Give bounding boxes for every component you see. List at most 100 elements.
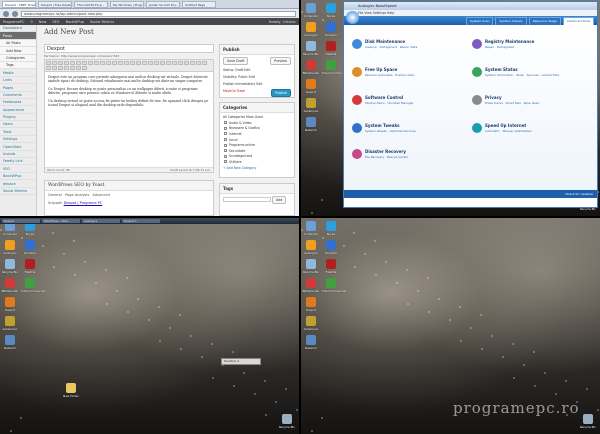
editor-tool-button[interactable] [52, 66, 57, 70]
categories-tabs[interactable]: All Categories Most Used [220, 113, 294, 120]
sidebar-item[interactable]: Feedly Link [0, 158, 36, 166]
boostspeed-tab[interactable]: System Scan [466, 17, 494, 25]
desktop-icon[interactable]: Ashampoo [302, 316, 320, 331]
new-folder-icon[interactable]: New Folder [62, 383, 80, 398]
editor-tool-button[interactable] [112, 61, 117, 65]
boostspeed-tool[interactable]: Privacy Erase tracks · Shred files · Wipe… [472, 95, 582, 113]
tool-name[interactable]: Software Control [365, 95, 414, 100]
desktop-icon[interactable]: BitDefender [302, 60, 320, 75]
sidebar-item[interactable]: Installs [0, 151, 36, 159]
save-draft-button[interactable]: Save Draft [223, 56, 249, 65]
editor-tool-button[interactable] [46, 66, 51, 70]
seo-tab-general[interactable]: General [48, 193, 62, 197]
desktop-icon[interactable]: Auslogics [302, 240, 320, 255]
editor-tool-button[interactable] [100, 61, 105, 65]
desktop-icon[interactable]: Dropbox [322, 22, 340, 37]
editor-tool-button[interactable] [160, 61, 165, 65]
desktop-icon[interactable]: FileZilla [21, 259, 39, 274]
taskbar-button[interactable]: Auslogics [82, 219, 120, 223]
boostspeed-tab[interactable]: Advanced Tools [562, 17, 594, 25]
category-checkbox[interactable] [224, 121, 227, 125]
sidebar-item[interactable]: Media [0, 69, 36, 77]
tool-name[interactable]: Privacy [485, 95, 539, 100]
post-editor[interactable]: Dexpot este un program care permite adau… [44, 59, 214, 173]
tool-links[interactable]: Startup items · Uninstall Manager [365, 101, 414, 105]
desktop-icon[interactable]: Ashampoo [1, 316, 19, 331]
browser-tab[interactable]: Dexpot - CNET Downloa... [2, 1, 36, 8]
desktop-icon[interactable]: Dropbox [322, 240, 340, 255]
admin-bar-item[interactable]: BackWPup [66, 20, 84, 24]
admin-bar-item[interactable]: 0 [30, 20, 32, 24]
boostspeed-tool[interactable]: Software Control Startup items · Uninstal… [352, 95, 462, 113]
sidebar-item[interactable]: Tools [0, 128, 36, 136]
publish-button[interactable]: Publish [271, 88, 291, 97]
boostspeed-tab[interactable]: System Advisor [495, 17, 527, 25]
editor-tool-button[interactable] [64, 61, 69, 65]
tool-name[interactable]: Registry Maintenance [485, 39, 534, 44]
desktop-icon[interactable]: Total Commander [322, 60, 347, 75]
add-category-link[interactable]: + Add New Category [220, 165, 294, 172]
editor-tool-button[interactable] [172, 61, 177, 65]
desktop-icon[interactable]: FileZilla [322, 41, 340, 56]
editor-tool-button[interactable] [184, 61, 189, 65]
move-to-trash-link[interactable]: Move to Trash [223, 89, 245, 93]
desktop-icon[interactable]: Recycle Bin [1, 259, 19, 274]
sidebar-item[interactable]: Pages [0, 84, 36, 92]
tool-name[interactable]: Speed Up Internet [485, 123, 532, 128]
desktop-icon[interactable]: BitDefender [302, 278, 320, 293]
editor-tool-button[interactable] [70, 61, 75, 65]
editor-tool-button[interactable] [88, 61, 93, 65]
howdy-user[interactable]: Howdy, Cataluc [269, 20, 296, 24]
editor-tool-button[interactable] [124, 61, 129, 65]
tool-links[interactable]: Remove duplicates · Explore disks [365, 73, 414, 77]
tool-links[interactable]: Repair · Defragment [485, 45, 534, 49]
category-checkbox[interactable] [224, 143, 227, 147]
boostspeed-tool[interactable]: System Status System information · Tasks … [472, 67, 582, 85]
desktop-icon[interactable]: FileZilla [322, 259, 340, 274]
editor-tool-button[interactable] [190, 61, 195, 65]
sidebar-item[interactable]: Feedbacks [0, 99, 36, 107]
category-checkbox[interactable] [224, 160, 227, 164]
desktop-icon[interactable]: Network [1, 335, 19, 350]
editor-body[interactable]: Dexpot este un program care permite adau… [45, 72, 213, 113]
tool-name[interactable]: Disaster Recovery [365, 149, 408, 154]
tool-name[interactable]: System Tweaks [365, 123, 416, 128]
tags-input[interactable] [223, 197, 271, 202]
editor-tool-button[interactable] [154, 61, 159, 65]
desktop-icon[interactable]: Dexpot [1, 297, 19, 312]
browser-tab[interactable]: Jeniak SA Add Dry... [146, 1, 180, 8]
check-updates-link[interactable]: Check for Updates [344, 190, 597, 198]
desktop-icon[interactable]: Network [302, 335, 320, 350]
desktop-icon[interactable]: Dropbox [21, 240, 39, 255]
desktop-icon[interactable]: Recycle Bin [302, 41, 320, 56]
desktop-icon[interactable]: Auslogics [1, 240, 19, 255]
seo-tab-analysis[interactable]: Page Analysis [65, 193, 89, 197]
editor-tool-button[interactable] [196, 61, 201, 65]
tool-name[interactable]: System Status [485, 67, 559, 72]
sidebar-item[interactable]: SEO [0, 165, 36, 173]
editor-tool-button[interactable] [58, 61, 63, 65]
sidebar-item[interactable]: Links [0, 77, 36, 85]
sidebar-item[interactable]: OpenStats [0, 143, 36, 151]
editor-tool-button[interactable] [148, 61, 153, 65]
tool-links[interactable]: Erase tracks · Shred files · Wipe disks [485, 101, 539, 105]
category-checkbox[interactable] [224, 132, 227, 136]
editor-tool-button[interactable] [142, 61, 147, 65]
sidebar-item[interactable]: Categories [0, 54, 36, 62]
sidebar-item[interactable]: Appearance [0, 106, 36, 114]
taskbar-button[interactable]: WordPress - Mozi... [42, 219, 80, 223]
recycle-bin-icon[interactable]: Recycle Bin [579, 414, 597, 429]
snippet-link[interactable]: Dexpot | Programe PC [64, 201, 103, 205]
tool-name[interactable]: Disk Maintenance [365, 39, 417, 44]
tool-name[interactable]: Free Up Space [365, 67, 414, 72]
sidebar-item[interactable]: Jetpack [0, 180, 36, 188]
tool-links[interactable]: File Recovery · Rescue Center [365, 155, 408, 159]
desktop-icon[interactable]: Total Commander [322, 278, 347, 293]
browser-tab[interactable]: My Windows | Progr... [110, 1, 144, 8]
sidebar-item[interactable]: Dashboard [0, 25, 36, 33]
tool-links[interactable]: System information · Tasks · Services · … [485, 73, 559, 77]
desktop-icon[interactable]: Network [302, 117, 320, 132]
desktop-icon[interactable]: Computer [302, 3, 320, 18]
post-status[interactable]: Status: Draft Edit [220, 66, 294, 73]
category-checkbox[interactable] [224, 154, 227, 158]
